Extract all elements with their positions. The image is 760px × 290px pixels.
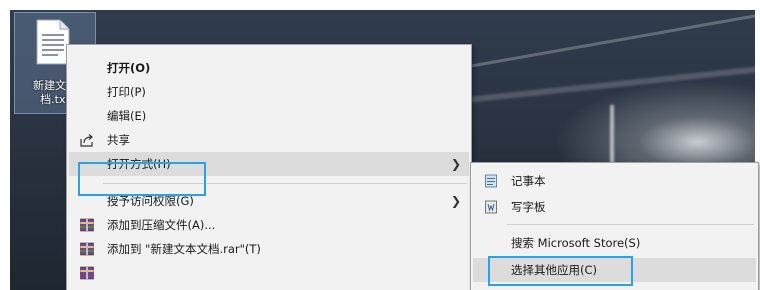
submenu-item-wordpad[interactable]: 写字板 (473, 195, 756, 219)
share-icon (80, 134, 93, 147)
winrar-archive-icon (80, 242, 94, 256)
wallpaper-light-ray (439, 10, 755, 73)
open-with-focus-highlight (78, 162, 206, 196)
winrar-archive-icon (80, 266, 94, 280)
menu-item-add-to-rar[interactable]: 添加到 "新建文本文档.rar"(T) (69, 237, 469, 261)
menu-item-grant-access-label: 授予访问权限(G) (107, 194, 194, 208)
winrar-archive-icon (80, 218, 94, 232)
submenu-item-wordpad-label: 写字板 (511, 200, 546, 214)
submenu-item-notepad-label: 记事本 (511, 174, 546, 188)
menu-item-share[interactable]: 共享 (69, 128, 469, 152)
menu-item-open[interactable]: 打开(O) (69, 56, 469, 80)
menu-item-print-label: 打印(P) (107, 85, 146, 99)
submenu-item-search-store[interactable]: 搜索 Microsoft Store(S) (473, 231, 756, 255)
menu-item-add-to-archive-label: 添加到压缩文件(A)... (107, 218, 216, 232)
notepad-icon (485, 174, 497, 188)
screenshot-stage: 新建文本 档.txt 打开(O) 打印(P) 编辑(E) 共享 打开方式(H) … (0, 0, 760, 290)
menu-item-share-label: 共享 (107, 133, 130, 147)
menu-item-cut-off[interactable] (69, 261, 469, 285)
choose-app-focus-highlight (488, 256, 633, 286)
menu-item-edit[interactable]: 编辑(E) (69, 104, 469, 128)
submenu-item-notepad[interactable]: 记事本 (473, 169, 756, 193)
chevron-right-icon: ❯ (450, 194, 461, 208)
menu-item-print[interactable]: 打印(P) (69, 80, 469, 104)
submenu-item-search-store-label: 搜索 Microsoft Store(S) (511, 236, 641, 250)
menu-item-edit-label: 编辑(E) (107, 109, 147, 123)
submenu-separator (507, 224, 754, 225)
wordpad-icon (485, 200, 497, 214)
menu-item-add-to-archive[interactable]: 添加到压缩文件(A)... (69, 213, 469, 237)
menu-item-open-label: 打开(O) (107, 61, 151, 75)
chevron-right-icon: ❯ (450, 157, 461, 171)
menu-item-add-to-rar-label: 添加到 "新建文本文档.rar"(T) (107, 242, 261, 256)
